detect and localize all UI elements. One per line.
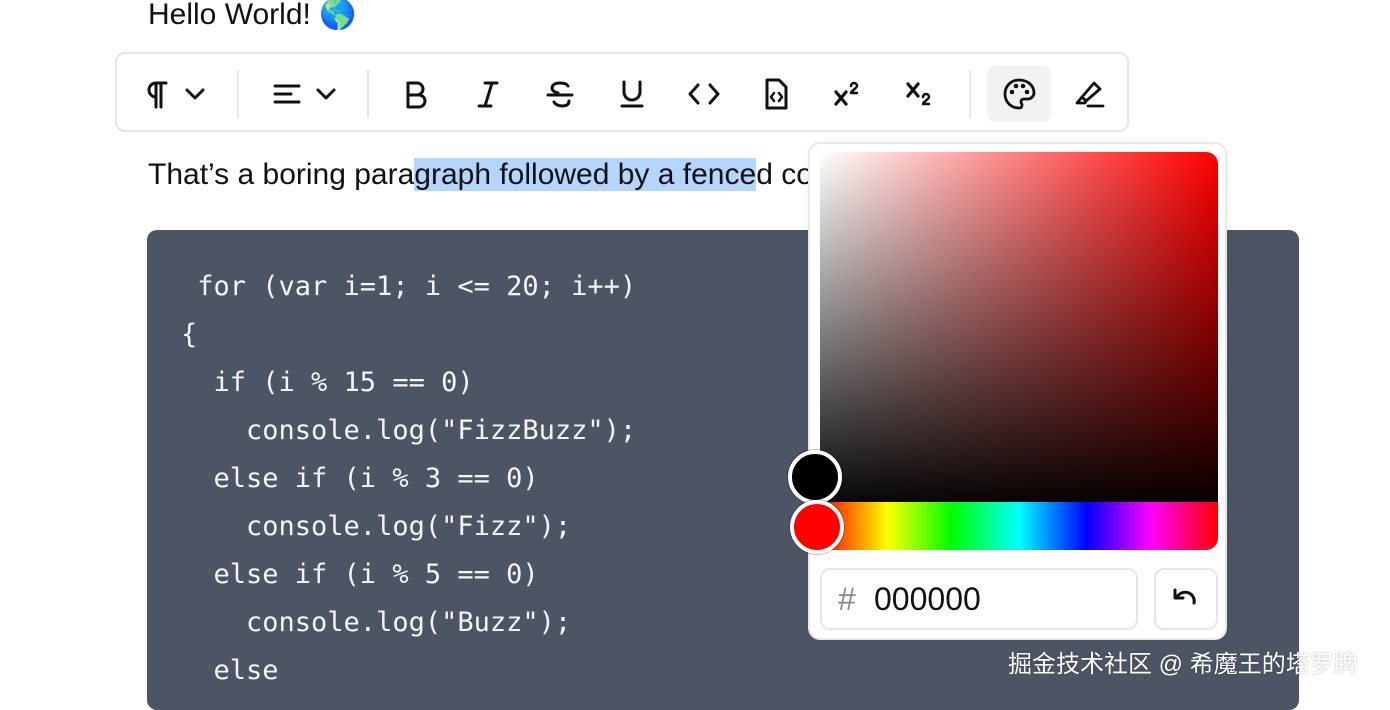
bold-button[interactable] [387,66,445,122]
code-line: if (i % 15 == 0) [181,367,474,398]
align-left-icon [273,84,301,104]
strikethrough-icon [546,81,574,108]
hex-input-box: # [820,568,1138,630]
code-line: console.log("Fizz"); [181,511,572,542]
highlighter-icon [1075,81,1105,108]
strikethrough-button[interactable] [531,66,589,122]
subscript-button[interactable] [891,66,949,122]
code-icon [688,83,720,105]
code-line: { [181,319,198,350]
color-picker-popover: # [788,142,1227,640]
editor-toolbar [115,52,1129,132]
code-block-button[interactable] [747,66,805,122]
palette-icon [1003,78,1036,110]
code-line: for (var i=1; i <= 20; i++) [181,271,637,302]
saturation-area[interactable] [820,152,1218,512]
highlight-button[interactable] [1061,66,1119,122]
paragraph-text-before: That’s a boring para [148,158,415,191]
toolbar-divider [969,70,971,118]
superscript-icon [834,81,859,106]
hex-input[interactable] [874,580,1114,618]
code-line: else [181,655,279,686]
code-line: else if (i % 3 == 0) [181,463,539,494]
code-line: console.log("FizzBuzz"); [181,415,637,446]
code-file-icon [765,78,788,110]
underline-button[interactable] [603,66,661,122]
chevron-down-icon [185,88,205,100]
watermark: 掘金技术社区 @ 希魔王的塔罗牌 [1008,651,1358,678]
hue-handle[interactable] [790,500,844,554]
hue-slider[interactable] [820,502,1218,550]
code-line: console.log("Buzz"); [181,607,572,638]
inline-code-button[interactable] [675,66,733,122]
toolbar-divider [367,70,369,118]
bold-icon [406,81,427,109]
italic-button[interactable] [459,66,517,122]
heading-hello-world: Hello World! 🌎 [148,0,357,31]
superscript-button[interactable] [819,66,877,122]
italic-icon [477,81,499,108]
chevron-down-icon [316,88,336,100]
pilcrow-icon [147,81,168,109]
subscript-icon [906,82,931,106]
selected-text[interactable]: graph followed by a fence [414,158,757,191]
hash-label: # [838,580,856,617]
paragraph-style-dropdown[interactable] [135,66,215,122]
saturation-handle[interactable] [788,450,842,504]
undo-icon [1173,588,1196,605]
toolbar-divider [237,70,239,118]
underline-icon [620,80,644,108]
code-line: else if (i % 5 == 0) [181,559,539,590]
reset-color-button[interactable] [1154,568,1218,630]
text-color-button[interactable] [987,66,1051,122]
text-align-dropdown[interactable] [265,66,345,122]
